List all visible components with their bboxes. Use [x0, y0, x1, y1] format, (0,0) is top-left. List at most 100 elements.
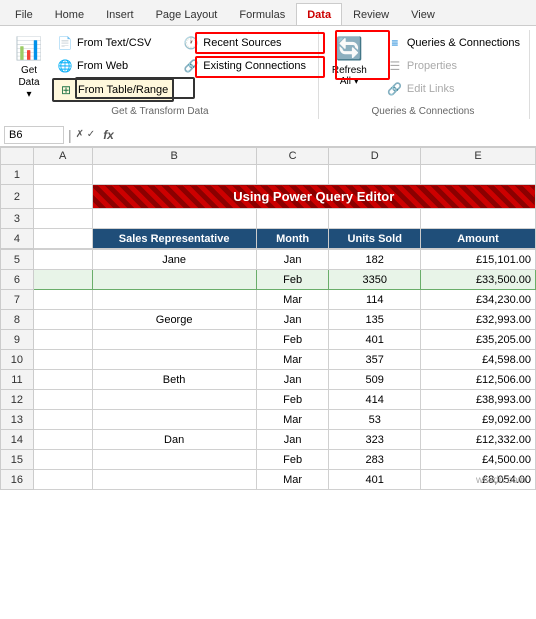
cell-month-10[interactable]: Mar — [256, 350, 329, 370]
tab-page-layout[interactable]: Page Layout — [145, 3, 229, 25]
cell-amount-10[interactable]: £4,598.00 — [420, 350, 535, 370]
cell-sales-rep-16[interactable] — [92, 470, 256, 490]
col-header-e[interactable]: E — [420, 148, 535, 165]
cell-units-15[interactable]: 283 — [329, 450, 421, 470]
tab-home[interactable]: Home — [44, 3, 95, 25]
cell-units-16[interactable]: 401 — [329, 470, 421, 490]
cell-units-10[interactable]: 357 — [329, 350, 421, 370]
cell-a14[interactable] — [33, 430, 92, 450]
col-header-b[interactable]: B — [92, 148, 256, 165]
cell-d3[interactable] — [329, 209, 421, 229]
cell-a15[interactable] — [33, 450, 92, 470]
cell-month-8[interactable]: Jan — [256, 310, 329, 330]
cell-a2[interactable] — [33, 185, 92, 209]
cell-amount-13[interactable]: £9,092.00 — [420, 410, 535, 430]
tab-review[interactable]: Review — [342, 3, 400, 25]
col-header-c[interactable]: C — [256, 148, 329, 165]
cell-amount-8[interactable]: £32,993.00 — [420, 310, 535, 330]
cell-month-6[interactable]: Feb — [256, 270, 329, 290]
queries-connections-button[interactable]: ≡ Queries & Connections — [382, 32, 525, 54]
get-data-button[interactable]: 📊 GetData ▾ — [10, 32, 48, 104]
cell-amount-9[interactable]: £35,205.00 — [420, 330, 535, 350]
tab-file[interactable]: File — [4, 3, 44, 25]
cell-units-6[interactable]: 3350 — [329, 270, 421, 290]
refresh-all-button[interactable]: 🔄 RefreshAll ▾ — [325, 32, 374, 90]
cell-amount-7[interactable]: £34,230.00 — [420, 290, 535, 310]
cell-units-8[interactable]: 135 — [329, 310, 421, 330]
cell-c3[interactable] — [256, 209, 329, 229]
cell-a1[interactable] — [33, 165, 92, 185]
from-web-button[interactable]: 🌐 From Web — [52, 55, 174, 77]
cell-units-7[interactable]: 114 — [329, 290, 421, 310]
cell-month-5[interactable]: Jan — [256, 250, 329, 270]
cell-a7[interactable] — [33, 290, 92, 310]
cell-month-7[interactable]: Mar — [256, 290, 329, 310]
cell-units-12[interactable]: 414 — [329, 390, 421, 410]
cell-a11[interactable] — [33, 370, 92, 390]
tab-view[interactable]: View — [400, 3, 446, 25]
recent-sources-button[interactable]: 🕐 Recent Sources — [178, 32, 311, 54]
cell-b3[interactable] — [92, 209, 256, 229]
cell-sales-rep-10[interactable] — [92, 350, 256, 370]
cell-amount-5[interactable]: £15,101.00 — [420, 250, 535, 270]
cell-amount-15[interactable]: £4,500.00 — [420, 450, 535, 470]
header-sales-rep[interactable]: Sales Representative — [92, 229, 256, 249]
cell-a10[interactable] — [33, 350, 92, 370]
cell-a13[interactable] — [33, 410, 92, 430]
from-text-csv-button[interactable]: 📄 From Text/CSV — [52, 32, 174, 54]
header-month[interactable]: Month — [256, 229, 329, 249]
tab-insert[interactable]: Insert — [95, 3, 145, 25]
tab-data[interactable]: Data — [296, 3, 342, 25]
cell-month-13[interactable]: Mar — [256, 410, 329, 430]
cell-units-5[interactable]: 182 — [329, 250, 421, 270]
cell-a9[interactable] — [33, 330, 92, 350]
header-amount[interactable]: Amount — [420, 229, 535, 249]
cell-month-15[interactable]: Feb — [256, 450, 329, 470]
tab-formulas[interactable]: Formulas — [228, 3, 296, 25]
existing-connections-button[interactable]: 🔗 Existing Connections — [178, 55, 311, 77]
cell-sales-rep-8[interactable]: George — [92, 310, 256, 330]
cell-amount-12[interactable]: £38,993.00 — [420, 390, 535, 410]
cell-sales-rep-6[interactable] — [92, 270, 256, 290]
cell-a3[interactable] — [33, 209, 92, 229]
from-table-range-button[interactable]: ⊞ From Table/Range — [52, 78, 174, 102]
cell-a5[interactable] — [33, 250, 92, 270]
cell-units-9[interactable]: 401 — [329, 330, 421, 350]
cell-amount-16[interactable]: £8,054.00 — [420, 470, 535, 490]
edit-links-button[interactable]: 🔗 Edit Links — [382, 78, 525, 100]
name-box[interactable] — [4, 126, 64, 144]
cell-sales-rep-7[interactable] — [92, 290, 256, 310]
cell-month-14[interactable]: Jan — [256, 430, 329, 450]
cell-month-12[interactable]: Feb — [256, 390, 329, 410]
cell-title[interactable]: Using Power Query Editor — [92, 185, 536, 209]
cell-units-14[interactable]: 323 — [329, 430, 421, 450]
properties-button[interactable]: ☰ Properties — [382, 55, 525, 77]
cell-sales-rep-12[interactable] — [92, 390, 256, 410]
cell-units-13[interactable]: 53 — [329, 410, 421, 430]
cell-sales-rep-14[interactable]: Dan — [92, 430, 256, 450]
cell-sales-rep-13[interactable] — [92, 410, 256, 430]
cell-a4[interactable] — [33, 229, 92, 249]
cell-sales-rep-5[interactable]: Jane — [92, 250, 256, 270]
cell-d1[interactable] — [329, 165, 421, 185]
formula-input[interactable] — [122, 129, 532, 141]
cell-b1[interactable] — [92, 165, 256, 185]
cell-month-9[interactable]: Feb — [256, 330, 329, 350]
cell-a8[interactable] — [33, 310, 92, 330]
cell-e3[interactable] — [420, 209, 535, 229]
cell-amount-6[interactable]: £33,500.00 — [420, 270, 535, 290]
cell-a6[interactable] — [33, 270, 92, 290]
cell-a12[interactable] — [33, 390, 92, 410]
cell-month-16[interactable]: Mar — [256, 470, 329, 490]
cell-sales-rep-15[interactable] — [92, 450, 256, 470]
cell-month-11[interactable]: Jan — [256, 370, 329, 390]
cell-c1[interactable] — [256, 165, 329, 185]
cell-amount-11[interactable]: £12,506.00 — [420, 370, 535, 390]
col-header-d[interactable]: D — [329, 148, 421, 165]
cell-e1[interactable] — [420, 165, 535, 185]
cell-sales-rep-9[interactable] — [92, 330, 256, 350]
header-units-sold[interactable]: Units Sold — [329, 229, 421, 249]
cell-units-11[interactable]: 509 — [329, 370, 421, 390]
cell-a16[interactable] — [33, 470, 92, 490]
col-header-a[interactable]: A — [33, 148, 92, 165]
